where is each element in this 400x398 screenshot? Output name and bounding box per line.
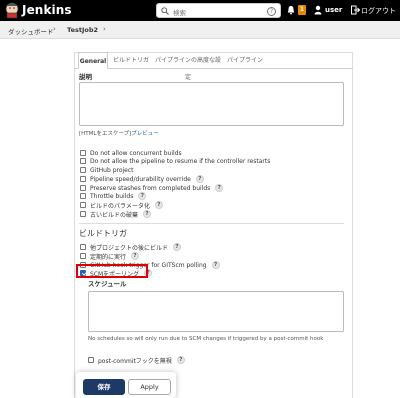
option-label: Preserve stashes from completed builds <box>90 184 211 192</box>
html-escape-text: [HTMLをエスケープ] <box>79 131 132 137</box>
schedule-label: スケジュール <box>88 280 127 288</box>
description-textarea[interactable] <box>79 82 344 126</box>
trigger-checkbox[interactable] <box>80 244 86 250</box>
option-row[interactable]: 古いビルドの破棄 ? <box>80 210 152 219</box>
help-icon[interactable]: ? <box>195 175 204 183</box>
option-label: GitHub project <box>90 166 134 174</box>
option-checkbox[interactable] <box>80 185 86 191</box>
jenkins-logo-icon[interactable] <box>4 2 20 19</box>
option-label: Pipeline speed/durability override <box>90 175 191 183</box>
notification-badge[interactable]: 1 <box>298 5 306 15</box>
brand-name[interactable]: Jenkins <box>22 3 72 17</box>
tab-pipeline[interactable]: パイプライン <box>225 52 265 69</box>
option-label: 古いビルドの破棄 <box>90 211 139 219</box>
trigger-checkbox[interactable] <box>80 253 86 259</box>
option-label: Do not allow concurrent builds <box>90 149 182 157</box>
description-label: 説明 <box>79 73 92 81</box>
breadcrumb-job[interactable]: TestJob2 <box>67 26 98 34</box>
preview-link[interactable]: プレビュー <box>131 131 159 137</box>
breadcrumb: ダッシュボード › TestJob2 › <box>0 21 400 39</box>
option-row[interactable]: ビルドのパラメータ化 ? <box>80 201 163 210</box>
option-checkbox[interactable] <box>80 211 86 217</box>
help-icon[interactable]: ? <box>138 192 147 200</box>
config-tabs: General ビルドトリガ パイプラインの高度な設定 パイプライン <box>74 52 353 81</box>
help-icon[interactable]: ? <box>173 243 182 251</box>
trigger-row[interactable]: 定期的に実行 ? <box>80 252 140 261</box>
search-box[interactable]: 検索 ? <box>156 3 281 18</box>
breadcrumb-separator[interactable]: › <box>103 25 106 33</box>
logout-link[interactable]: ログアウト <box>361 6 396 16</box>
breadcrumb-dashboard[interactable]: ダッシュボード <box>8 26 54 36</box>
help-icon[interactable]: ? <box>131 252 140 260</box>
option-row[interactable]: Do not allow the pipeline to resume if t… <box>80 157 270 165</box>
trigger-label: 定期的に実行 <box>90 253 127 261</box>
option-row[interactable]: Preserve stashes from completed builds ? <box>80 184 224 192</box>
option-checkbox[interactable] <box>80 202 86 208</box>
build-triggers-title: ビルドトリガ <box>79 229 127 238</box>
option-row[interactable]: Pipeline speed/durability override ? <box>80 175 204 183</box>
option-checkbox[interactable] <box>80 193 86 199</box>
post-commit-checkbox[interactable] <box>88 357 94 363</box>
trigger-row[interactable]: 他プロジェクトの後にビルド ? <box>80 243 182 252</box>
user-name-link[interactable]: user <box>325 6 342 14</box>
save-button[interactable]: 保存 <box>83 379 125 395</box>
post-commit-row[interactable]: post-commitフックを無視 ? <box>88 356 185 365</box>
breadcrumb-separator[interactable]: › <box>53 25 56 33</box>
help-icon[interactable]: ? <box>154 201 163 209</box>
option-checkbox[interactable] <box>80 158 86 164</box>
option-row[interactable]: Do not allow concurrent builds <box>80 149 182 157</box>
help-icon[interactable]: ? <box>143 210 152 218</box>
schedule-note: No schedules so will only run due to SCM… <box>88 336 324 342</box>
option-label: Do not allow the pipeline to resume if t… <box>90 157 271 165</box>
highlight-box <box>76 264 148 278</box>
search-input[interactable]: 検索 <box>173 7 186 17</box>
option-label: ビルドのパラメータ化 <box>90 202 150 210</box>
option-row[interactable]: Throttle builds ? <box>80 192 147 200</box>
bell-icon[interactable] <box>287 5 295 15</box>
help-icon[interactable]: ? <box>176 356 185 364</box>
schedule-textarea[interactable] <box>88 291 344 332</box>
trigger-label: 他プロジェクトの後にビルド <box>90 244 169 252</box>
help-icon[interactable]: ? <box>267 6 276 16</box>
post-commit-label: post-commitフックを無視 <box>98 357 172 365</box>
section-divider <box>79 223 344 224</box>
help-icon[interactable]: ? <box>215 184 224 192</box>
option-checkbox[interactable] <box>80 150 86 156</box>
tab-build-triggers[interactable]: ビルドトリガ <box>112 52 150 69</box>
top-header: Jenkins 検索 ? 1 user ログアウト <box>0 0 400 21</box>
option-row[interactable]: GitHub project <box>80 166 134 174</box>
option-checkbox[interactable] <box>80 167 86 173</box>
search-icon <box>161 7 169 15</box>
tab-pipeline-advanced[interactable]: パイプラインの高度な設定 <box>154 52 222 81</box>
user-icon[interactable] <box>314 5 322 15</box>
option-checkbox[interactable] <box>80 176 86 182</box>
apply-button[interactable]: Apply <box>128 379 171 395</box>
tab-general[interactable]: General <box>78 52 108 69</box>
option-label: Throttle builds <box>90 192 134 200</box>
html-escape-note: [HTMLをエスケープ]プレビュー <box>79 129 159 137</box>
logout-icon[interactable] <box>351 5 360 15</box>
help-icon[interactable]: ? <box>211 261 220 269</box>
